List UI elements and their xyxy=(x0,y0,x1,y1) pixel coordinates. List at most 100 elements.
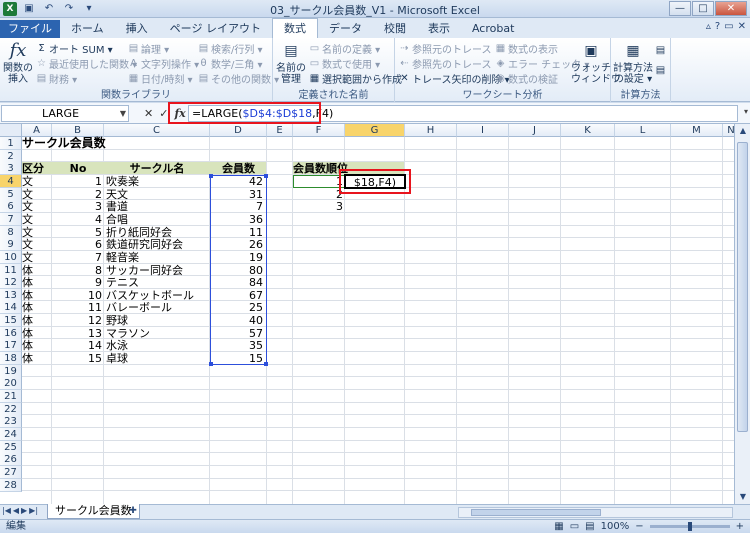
prev-sheet-icon[interactable]: ◀ xyxy=(13,506,19,515)
scroll-down-icon[interactable]: ▼ xyxy=(735,490,750,504)
name-box-dropdown-icon[interactable]: ▼ xyxy=(120,106,126,121)
maximize-button[interactable]: □ xyxy=(692,1,714,16)
zoom-slider-knob[interactable] xyxy=(687,522,692,531)
row-header-27[interactable]: 27 xyxy=(0,465,22,479)
minimize-button[interactable]: — xyxy=(669,1,691,16)
cancel-icon[interactable]: ✕ xyxy=(144,107,153,120)
column-header-g[interactable]: G xyxy=(345,124,405,137)
column-header-e[interactable]: E xyxy=(267,124,293,137)
range-handle[interactable] xyxy=(264,361,268,366)
zoom-in-icon[interactable]: + xyxy=(736,520,744,533)
row-header-20[interactable]: 20 xyxy=(0,377,22,391)
zoom-slider[interactable] xyxy=(649,522,730,531)
close-button[interactable]: ✕ xyxy=(715,1,747,16)
evaluate-formula-button[interactable]: ◉ 数式の検証 xyxy=(495,71,558,86)
range-handle[interactable] xyxy=(209,361,213,366)
column-header-m[interactable]: M xyxy=(671,124,723,137)
name-box[interactable]: LARGE ▼ xyxy=(1,105,129,122)
row-header-19[interactable]: 19 xyxy=(0,364,22,378)
row-header-4[interactable]: 4 xyxy=(0,174,22,188)
select-all-corner[interactable] xyxy=(0,124,22,137)
text-functions-button[interactable]: A 文字列操作 ▾ xyxy=(128,56,199,71)
column-header-j[interactable]: J xyxy=(509,124,561,137)
recent-functions-button[interactable]: ☆ 最近使用した関数 ▾ xyxy=(36,56,137,71)
trace-dependents-button[interactable]: ⇠ 参照先のトレース xyxy=(399,56,491,71)
row-header-1[interactable]: 1 xyxy=(0,137,22,150)
financial-button[interactable]: ▤ 財務 ▾ xyxy=(36,71,77,86)
tab-home[interactable]: ホーム xyxy=(60,20,115,38)
row-header-6[interactable]: 6 xyxy=(0,200,22,214)
row-header-23[interactable]: 23 xyxy=(0,415,22,429)
column-header-d[interactable]: D xyxy=(210,124,267,137)
watch-window-button[interactable]: ▣ ウォッチ ウィンドウ xyxy=(571,40,621,85)
row-header-15[interactable]: 15 xyxy=(0,314,22,328)
first-sheet-icon[interactable]: |◀ xyxy=(2,506,11,515)
vertical-scrollbar[interactable]: ▲ ▼ xyxy=(734,124,750,504)
tab-data[interactable]: データ xyxy=(318,20,373,38)
column-header-f[interactable]: F xyxy=(293,124,345,137)
row-header-13[interactable]: 13 xyxy=(0,288,22,302)
tab-acrobat[interactable]: Acrobat xyxy=(461,20,525,38)
row-header-28[interactable]: 28 xyxy=(0,478,22,492)
normal-view-icon[interactable]: ▦ xyxy=(554,520,563,533)
autosum-button[interactable]: Σ オート SUM ▾ xyxy=(36,41,112,56)
more-functions-button[interactable]: ▤ その他の関数 ▾ xyxy=(198,71,279,86)
math-trig-button[interactable]: θ 数学/三角 ▾ xyxy=(198,56,262,71)
date-time-button[interactable]: ▦ 日付/時刻 ▾ xyxy=(128,71,193,86)
range-handle[interactable] xyxy=(264,173,268,178)
calculate-now-button[interactable]: ▤ xyxy=(655,43,666,57)
row-header-22[interactable]: 22 xyxy=(0,402,22,416)
zoom-level[interactable]: 100% xyxy=(601,520,630,533)
row-header-9[interactable]: 9 xyxy=(0,238,22,252)
zoom-out-icon[interactable]: − xyxy=(635,520,643,533)
row-header-7[interactable]: 7 xyxy=(0,212,22,226)
show-formulas-button[interactable]: ▦ 数式の表示 xyxy=(495,41,558,56)
calculate-sheet-button[interactable]: ▤ xyxy=(655,63,666,77)
column-header-i[interactable]: I xyxy=(457,124,509,137)
window-restore-icon[interactable]: ▭ xyxy=(724,21,733,32)
row-header-25[interactable]: 25 xyxy=(0,440,22,454)
insert-sheet-icon[interactable]: ✚ xyxy=(126,506,140,518)
row-header-10[interactable]: 10 xyxy=(0,250,22,264)
calculation-options-button[interactable]: ▦ 計算方法 の設定 ▾ xyxy=(613,40,653,85)
row-header-2[interactable]: 2 xyxy=(0,149,22,163)
horizontal-scrollbar[interactable] xyxy=(458,507,733,518)
row-header-18[interactable]: 18 xyxy=(0,352,22,366)
row-header-26[interactable]: 26 xyxy=(0,453,22,467)
vertical-scroll-thumb[interactable] xyxy=(737,142,748,432)
page-break-view-icon[interactable]: ▤ xyxy=(585,520,594,533)
tab-file[interactable]: ファイル xyxy=(0,20,60,38)
column-header-k[interactable]: K xyxy=(561,124,615,137)
row-header-8[interactable]: 8 xyxy=(0,225,22,239)
use-in-formula-button[interactable]: ▭ 数式で使用 ▾ xyxy=(309,56,380,71)
row-header-5[interactable]: 5 xyxy=(0,187,22,201)
tab-view[interactable]: 表示 xyxy=(417,20,461,38)
logical-button[interactable]: ▤ 論理 ▾ xyxy=(128,41,169,56)
window-close-icon[interactable]: ✕ xyxy=(738,21,746,32)
row-header-16[interactable]: 16 xyxy=(0,326,22,340)
next-sheet-icon[interactable]: ▶ xyxy=(21,506,27,515)
remove-arrows-button[interactable]: ✕ トレース矢印の削除 ▾ xyxy=(399,71,509,86)
column-header-c[interactable]: C xyxy=(104,124,210,137)
last-sheet-icon[interactable]: ▶| xyxy=(29,506,38,515)
insert-function-button[interactable]: fx 関数の 挿入 xyxy=(2,40,34,85)
horizontal-scroll-thumb[interactable] xyxy=(471,509,601,516)
column-header-h[interactable]: H xyxy=(405,124,457,137)
range-handle[interactable] xyxy=(209,173,213,178)
row-header-21[interactable]: 21 xyxy=(0,390,22,403)
minimize-ribbon-icon[interactable]: ▵ xyxy=(706,21,711,32)
tab-page-layout[interactable]: ページ レイアウト xyxy=(159,20,272,38)
row-header-3[interactable]: 3 xyxy=(0,162,22,176)
page-layout-view-icon[interactable]: ▭ xyxy=(570,520,579,533)
trace-precedents-button[interactable]: ⇢ 参照元のトレース xyxy=(399,41,491,56)
row-header-24[interactable]: 24 xyxy=(0,427,22,441)
create-from-selection-button[interactable]: ▦ 選択範囲から作成 xyxy=(309,71,402,86)
tab-insert[interactable]: 挿入 xyxy=(115,20,159,38)
expand-formula-bar-icon[interactable]: ▾ xyxy=(744,107,748,116)
help-icon[interactable]: ? xyxy=(715,21,720,32)
scroll-up-icon[interactable]: ▲ xyxy=(735,124,750,138)
define-name-button[interactable]: ▭ 名前の定義 ▾ xyxy=(309,41,380,56)
row-header-11[interactable]: 11 xyxy=(0,263,22,277)
lookup-reference-button[interactable]: ▤ 検索/行列 ▾ xyxy=(198,41,263,56)
column-header-l[interactable]: L xyxy=(615,124,671,137)
